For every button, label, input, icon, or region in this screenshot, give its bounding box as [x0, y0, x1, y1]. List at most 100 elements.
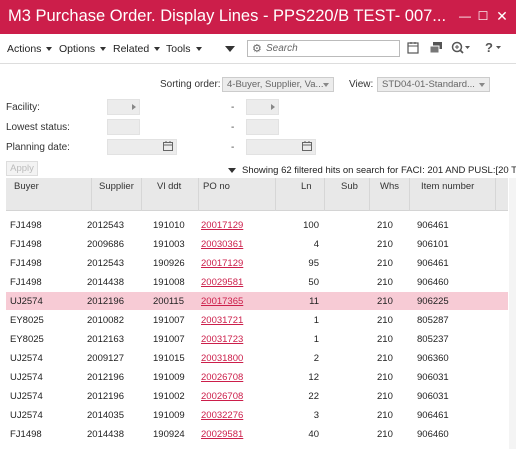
table-row[interactable]: EY8025 2010082 191007 20031721 1 210 805287	[6, 311, 508, 329]
table-row[interactable]: EY8025 2012163 191007 20031723 1 210 805237	[6, 330, 508, 348]
planning-date-to-field[interactable]	[246, 139, 316, 155]
cell-supplier: 2014035	[87, 410, 124, 421]
cell-po[interactable]: 20026708	[201, 372, 243, 383]
calendar-icon[interactable]	[302, 141, 312, 154]
cell-ln: 22	[308, 391, 319, 402]
search-box[interactable]: ⚙	[247, 40, 400, 57]
cell-po[interactable]: 20031723	[201, 334, 243, 345]
menu-related-label: Related	[113, 43, 150, 55]
cell-vlddt: 190924	[153, 429, 185, 440]
cell-whs: 210	[377, 429, 393, 440]
cell-buyer: FJ1498	[10, 239, 42, 250]
maximize-icon[interactable]: ☐	[476, 9, 490, 23]
view-value: STD04-01-Standard...	[382, 79, 475, 90]
cell-vlddt: 191007	[153, 315, 185, 326]
cell-supplier: 2012196	[87, 372, 124, 383]
close-icon[interactable]: ✕	[495, 9, 509, 23]
gear-icon[interactable]: ⚙	[252, 42, 262, 55]
view-select[interactable]: STD04-01-Standard...	[377, 77, 490, 92]
table-row[interactable]: UJ2574 2014035 191009 20032276 3 210 906461	[6, 406, 508, 424]
chevron-right-icon	[271, 104, 275, 110]
cell-supplier: 2014438	[87, 429, 124, 440]
minimize-icon[interactable]: —	[458, 9, 472, 23]
cell-vlddt: 191002	[153, 391, 185, 402]
menu-tools[interactable]: Tools	[166, 43, 202, 55]
chevron-down-icon	[195, 47, 202, 52]
cell-ln: 11	[309, 296, 319, 307]
facility-to-field[interactable]	[246, 99, 279, 115]
calendar-icon[interactable]	[163, 141, 173, 154]
table-row[interactable]: FJ1498 2012543 190926 20017129 95 210 906461	[6, 254, 508, 272]
cell-item: 805237	[417, 334, 449, 345]
table-row[interactable]: UJ2574 2012196 191009 20026708 12 210 906031	[6, 368, 508, 386]
zoom-icon[interactable]	[451, 41, 471, 57]
menu-options-label: Options	[59, 43, 96, 55]
facility-range-dash: -	[231, 102, 235, 113]
cell-whs: 210	[377, 391, 393, 402]
apply-button[interactable]: Apply	[6, 161, 38, 176]
sorting-order-select[interactable]: 4-Buyer, Supplier, Va...	[222, 77, 334, 92]
facility-from-field[interactable]	[107, 99, 140, 115]
cards-icon[interactable]	[429, 41, 443, 57]
calendar-icon[interactable]	[407, 41, 419, 57]
cell-vlddt: 190926	[153, 258, 185, 269]
cell-supplier: 2014438	[87, 277, 124, 288]
cell-po[interactable]: 20017365	[201, 296, 243, 307]
cell-whs: 210	[377, 315, 393, 326]
column-header-ln[interactable]: Ln	[276, 178, 325, 211]
cell-po[interactable]: 20017129	[201, 258, 243, 269]
cell-po[interactable]: 20031800	[201, 353, 243, 364]
cell-po[interactable]: 20017129	[201, 220, 243, 231]
cell-ln: 40	[308, 429, 319, 440]
table-row[interactable]: UJ2574 2012196 200115 20017365 11 210 906225	[6, 292, 508, 310]
table-row[interactable]: FJ1498 2012543 191010 20017129 100 210 906461	[6, 216, 508, 234]
cell-po[interactable]: 20031721	[201, 315, 243, 326]
cell-vlddt: 191009	[153, 372, 185, 383]
table-row[interactable]: FJ1498 2014438 190924 20029581 40 210 906460	[6, 425, 508, 443]
table-row[interactable]: UJ2574 2009127 191015 20031800 2 210 906360	[6, 349, 508, 367]
cell-buyer: FJ1498	[10, 220, 42, 231]
cell-po[interactable]: 20030361	[201, 239, 243, 250]
menu-related[interactable]: Related	[113, 43, 161, 55]
lowest-status-from-field[interactable]	[107, 119, 140, 135]
cell-supplier: 2012196	[87, 296, 124, 307]
menu-actions[interactable]: Actions	[7, 43, 53, 55]
column-header-supplier[interactable]: Supplier	[92, 178, 142, 211]
column-header-sub[interactable]: Sub	[325, 178, 370, 211]
cell-vlddt: 191009	[153, 410, 185, 421]
lowest-status-to-field[interactable]	[246, 119, 279, 135]
table-row[interactable]: FJ1498 2009686 191003 20030361 4 210 906101	[6, 235, 508, 253]
table-row[interactable]: UJ2574 2012196 191002 20026708 22 210 906031	[6, 387, 508, 405]
cell-po[interactable]: 20029581	[201, 429, 243, 440]
column-header-whs[interactable]: Whs	[370, 178, 410, 211]
cell-po[interactable]: 20032276	[201, 410, 243, 421]
column-header-item-number[interactable]: Item number	[410, 178, 496, 211]
search-input[interactable]	[266, 42, 396, 55]
cell-item: 906031	[417, 372, 449, 383]
cell-vlddt: 191015	[153, 353, 185, 364]
cell-item: 906101	[417, 239, 449, 250]
cell-ln: 1	[313, 315, 319, 326]
cell-vlddt: 191007	[153, 334, 185, 345]
cell-whs: 210	[377, 220, 393, 231]
cell-ln: 50	[308, 277, 319, 288]
cell-buyer: FJ1498	[10, 277, 42, 288]
help-icon[interactable]: ?	[484, 40, 504, 57]
column-header-buyer[interactable]: Buyer	[6, 178, 92, 211]
collapse-toggle-icon[interactable]	[225, 46, 235, 52]
planning-date-from-field[interactable]	[107, 139, 177, 155]
cell-po[interactable]: 20029581	[201, 277, 243, 288]
cell-vlddt: 200115	[153, 296, 184, 307]
vertical-scrollbar[interactable]	[509, 178, 516, 449]
menu-options[interactable]: Options	[59, 43, 107, 55]
cell-po[interactable]: 20026708	[201, 391, 243, 402]
column-header-vlddt[interactable]: Vl ddt	[142, 178, 199, 211]
table-row[interactable]: FJ1498 2014438 191008 20029581 50 210 906460	[6, 273, 508, 291]
filter-info[interactable]: Showing 62 filtered hits on search for F…	[228, 165, 516, 176]
cell-whs: 210	[377, 334, 393, 345]
cell-buyer: FJ1498	[10, 258, 42, 269]
cell-buyer: EY8025	[10, 334, 44, 345]
column-header-po-no[interactable]: PO no	[199, 178, 276, 211]
cell-ln: 100	[303, 220, 319, 231]
cell-whs: 210	[377, 239, 393, 250]
